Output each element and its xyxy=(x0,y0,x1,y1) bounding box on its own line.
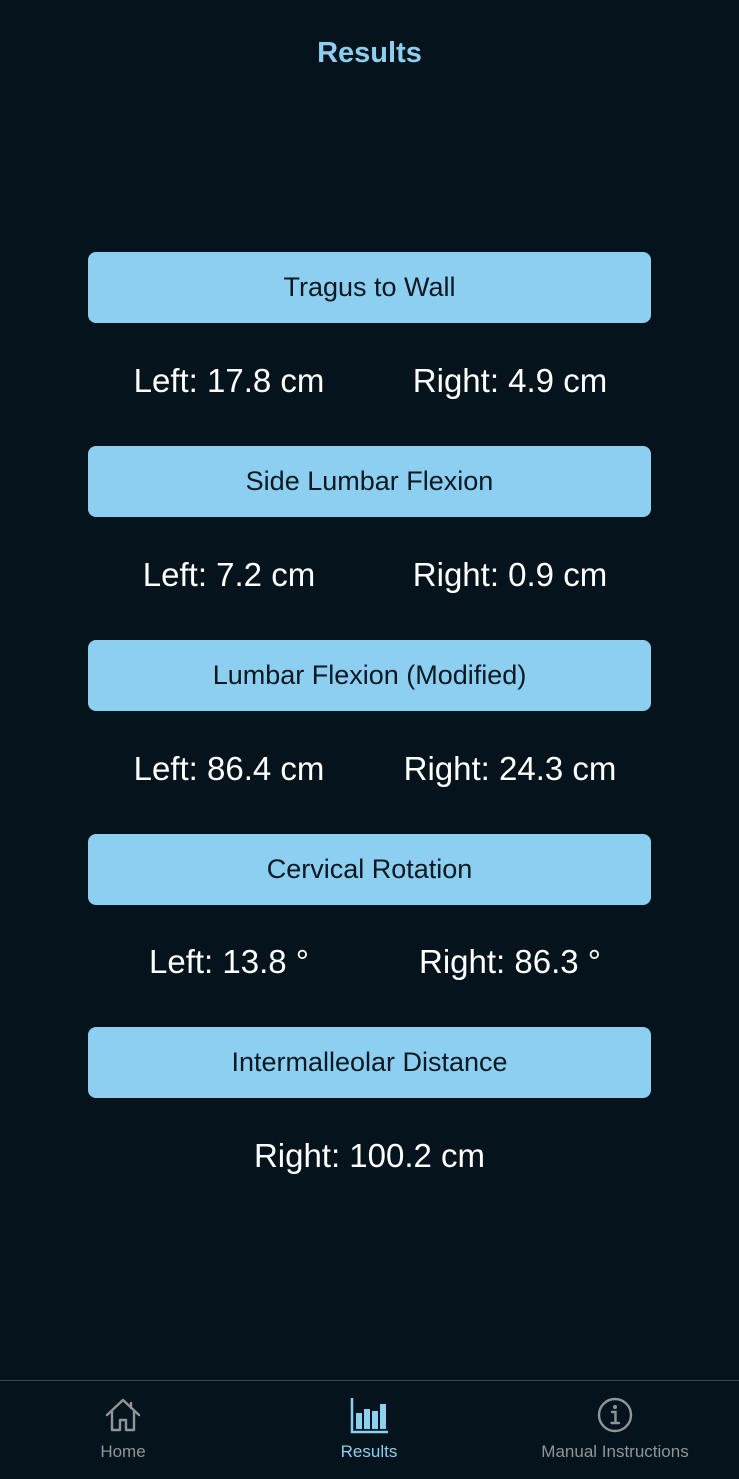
info-icon xyxy=(597,1397,633,1433)
cervical-rotation-right-value: Right: 86.3 ° xyxy=(419,943,601,980)
tab-home[interactable]: Home xyxy=(0,1381,246,1479)
lumbar-flexion-modified-left-value: Left: 86.4 cm xyxy=(133,750,325,787)
side-lumbar-flexion-right-value: Right: 0.9 cm xyxy=(412,556,608,593)
cervical-rotation-left-value: Left: 13.8 ° xyxy=(149,943,309,980)
tab-manual-instructions-label: Manual Instructions xyxy=(541,1442,689,1461)
intermalleolar-distance-button[interactable]: Intermalleolar Distance xyxy=(88,1027,651,1098)
lumbar-flexion-modified-button[interactable]: Lumbar Flexion (Modified) xyxy=(88,640,651,711)
intermalleolar-distance-right-value: Right: 100.2 cm xyxy=(253,1137,486,1174)
side-lumbar-flexion-button[interactable]: Side Lumbar Flexion xyxy=(88,446,651,517)
tab-manual-instructions[interactable]: Manual Instructions xyxy=(492,1381,738,1479)
bar-chart-icon xyxy=(350,1398,388,1434)
page-title: Results xyxy=(317,37,422,69)
tragus-to-wall-right-value: Right: 4.9 cm xyxy=(412,362,608,399)
side-lumbar-flexion-left-value: Left: 7.2 cm xyxy=(142,556,316,593)
tab-bar: Home Results Manual Instructions xyxy=(0,1380,739,1479)
tragus-to-wall-left-value: Left: 17.8 cm xyxy=(133,362,325,399)
tab-results-label: Results xyxy=(340,1442,398,1461)
tab-results[interactable]: Results xyxy=(246,1381,492,1479)
home-icon xyxy=(105,1398,141,1432)
tab-home-label: Home xyxy=(100,1442,146,1461)
lumbar-flexion-modified-right-value: Right: 24.3 cm xyxy=(403,750,617,787)
tragus-to-wall-button[interactable]: Tragus to Wall xyxy=(88,252,651,323)
cervical-rotation-button[interactable]: Cervical Rotation xyxy=(88,834,651,905)
